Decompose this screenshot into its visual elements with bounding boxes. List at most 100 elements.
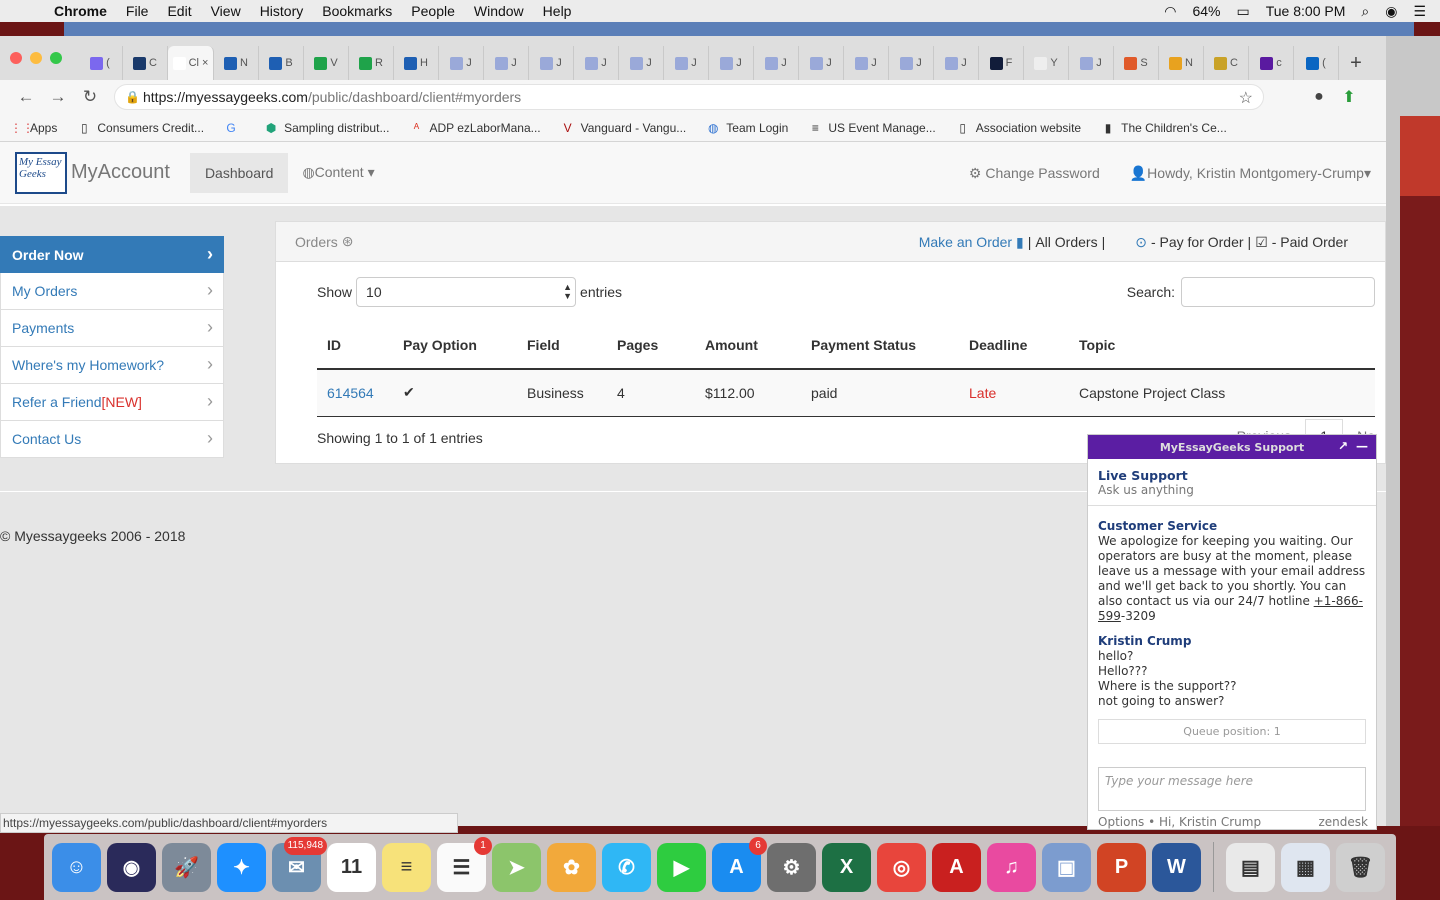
maps-icon[interactable]: ➤ [492, 842, 541, 892]
order-id-link[interactable]: 614564 [317, 369, 403, 417]
sidebar-item[interactable]: Refer a Friend [NEW] › [0, 384, 224, 421]
preview-icon[interactable]: ▣ [1042, 842, 1091, 892]
browser-tab[interactable]: J [934, 46, 979, 80]
reminders-icon[interactable]: ☰ 1 [437, 836, 492, 892]
sidebar-item[interactable]: Order Now › [0, 236, 224, 273]
trash-icon[interactable]: 🗑 [1336, 842, 1385, 892]
launchpad-icon[interactable]: 🚀 [162, 842, 211, 892]
col-deadline[interactable]: Deadline [969, 322, 1079, 370]
browser-tab[interactable]: N [214, 46, 259, 80]
menu-edit[interactable]: Edit [167, 3, 191, 19]
excel-icon[interactable]: X [822, 842, 871, 892]
profile-icon[interactable]: ● [1304, 88, 1334, 106]
browser-tab[interactable]: c [1249, 46, 1294, 80]
facetime-icon[interactable]: ▶ [657, 842, 706, 892]
change-password-link[interactable]: ⚙ Change Password [969, 165, 1100, 182]
address-bar[interactable]: 🔒 https://myessaygeeks.com/public/dashbo… [114, 84, 1264, 110]
browser-tab[interactable]: ( [78, 46, 123, 80]
browser-tab[interactable]: N [1159, 46, 1204, 80]
browser-tab[interactable]: J [709, 46, 754, 80]
col-topic[interactable]: Topic [1079, 322, 1375, 370]
browser-tab[interactable]: C [123, 46, 168, 80]
menu-help[interactable]: Help [543, 3, 572, 19]
new-tab-button[interactable]: + [1339, 46, 1373, 80]
col-pay-option[interactable]: Pay Option [403, 322, 527, 370]
bookmark-item[interactable]: ▮ The Children's Ce... [1101, 121, 1227, 135]
bookmark-item[interactable]: ᴬ ADP ezLaborMana... [409, 121, 541, 135]
bookmark-star-icon[interactable]: ☆ [1239, 88, 1253, 108]
safari-icon[interactable]: ✦ [217, 842, 266, 892]
col-amount[interactable]: Amount [705, 322, 811, 370]
messages-icon[interactable]: ✆ [602, 842, 651, 892]
wifi-icon[interactable]: ◠ [1164, 3, 1176, 20]
col-id[interactable]: ID [317, 322, 403, 370]
menu-history[interactable]: History [260, 3, 304, 19]
col-payment-status[interactable]: Payment Status [811, 322, 969, 370]
battery-icon[interactable]: ▭ [1237, 3, 1250, 20]
chat-message-input[interactable]: Type your message here [1098, 767, 1366, 811]
notes-icon[interactable]: ≡ [382, 842, 431, 892]
reload-icon[interactable]: ↻ [74, 87, 106, 107]
browser-tab[interactable]: ( [1294, 46, 1339, 80]
menu-file[interactable]: File [126, 3, 149, 19]
browser-tab[interactable]: B [259, 46, 304, 80]
menu-bookmarks[interactable]: Bookmarks [322, 3, 392, 19]
brand-name[interactable]: MyAccount [71, 161, 170, 184]
powerpoint-icon[interactable]: P [1097, 842, 1146, 892]
col-pages[interactable]: Pages [617, 322, 705, 370]
extension-icon[interactable]: ⬆ [1334, 87, 1364, 107]
browser-tab[interactable]: J [844, 46, 889, 80]
chrome-icon[interactable]: ◎ [877, 842, 926, 892]
mail-icon[interactable]: ✉ 115,948 [272, 836, 327, 892]
menu-people[interactable]: People [411, 3, 455, 19]
sidebar-item[interactable]: Payments › [0, 310, 224, 347]
all-orders-link[interactable]: All Orders [1035, 234, 1097, 250]
minimize-icon[interactable]: — [1356, 439, 1368, 453]
siri-menu-icon[interactable]: ◉ [1385, 3, 1397, 20]
bookmark-item[interactable]: ▯ Consumers Credit... [77, 121, 204, 135]
itunes-icon[interactable]: ♫ [987, 842, 1036, 892]
browser-tab[interactable]: F [979, 46, 1024, 80]
calendar-icon[interactable]: 11 [327, 842, 376, 892]
document-window-icon[interactable]: ▦ [1281, 842, 1330, 892]
bookmark-item[interactable]: ◍ Team Login [706, 121, 788, 135]
browser-tab[interactable]: J [484, 46, 529, 80]
close-tab-icon[interactable]: × [202, 57, 208, 69]
zoom-window-button[interactable] [50, 52, 62, 64]
bookmark-item[interactable]: ▯ Association website [956, 121, 1081, 135]
popout-icon[interactable]: ↗ [1338, 439, 1348, 453]
col-field[interactable]: Field [527, 322, 617, 370]
bookmark-item[interactable]: ⬢ Sampling distribut... [264, 121, 390, 135]
app-store-icon[interactable]: A6 [712, 836, 767, 892]
browser-tab[interactable]: J [619, 46, 664, 80]
close-window-button[interactable] [10, 52, 22, 64]
acrobat-icon[interactable]: A [932, 842, 981, 892]
system-preferences-icon[interactable]: ⚙ [767, 842, 816, 892]
browser-tab[interactable]: Y [1024, 46, 1069, 80]
docx-file-icon[interactable]: ▤ [1226, 842, 1275, 892]
browser-tab[interactable]: J [754, 46, 799, 80]
browser-tab[interactable]: Cl × [168, 46, 214, 80]
sidebar-item[interactable]: Where's my Homework? › [0, 347, 224, 384]
make-order-link[interactable]: Make an Order ▮ [919, 234, 1024, 251]
minimize-window-button[interactable] [30, 52, 42, 64]
spotlight-icon[interactable]: ⌕ [1361, 3, 1369, 20]
word-icon[interactable]: W [1152, 842, 1201, 892]
chat-header[interactable]: MyEssayGeeks Support ↗ — [1088, 435, 1376, 459]
browser-tab[interactable]: J [664, 46, 709, 80]
notification-center-icon[interactable]: ☰ [1413, 3, 1426, 20]
user-menu[interactable]: 👤Howdy, Kristin Montgomery-Crump▾ [1130, 165, 1371, 182]
finder-icon[interactable]: ☺ [52, 842, 101, 892]
menu-view[interactable]: View [211, 3, 241, 19]
forward-arrow-icon[interactable]: → [42, 87, 74, 107]
clock[interactable]: Tue 8:00 PM [1266, 3, 1346, 19]
sidebar-item[interactable]: Contact Us › [0, 421, 224, 458]
browser-tab[interactable]: J [889, 46, 934, 80]
sidebar-item[interactable]: My Orders › [0, 273, 224, 310]
bookmark-item[interactable]: G [224, 121, 244, 135]
bookmark-item[interactable]: ≡ US Event Manage... [808, 121, 936, 135]
siri-icon[interactable]: ◉ [107, 842, 156, 892]
menu-window[interactable]: Window [474, 3, 524, 19]
bookmark-item[interactable]: ⋮⋮ Apps [10, 121, 57, 135]
zendesk-link[interactable]: zendesk [1319, 815, 1369, 831]
